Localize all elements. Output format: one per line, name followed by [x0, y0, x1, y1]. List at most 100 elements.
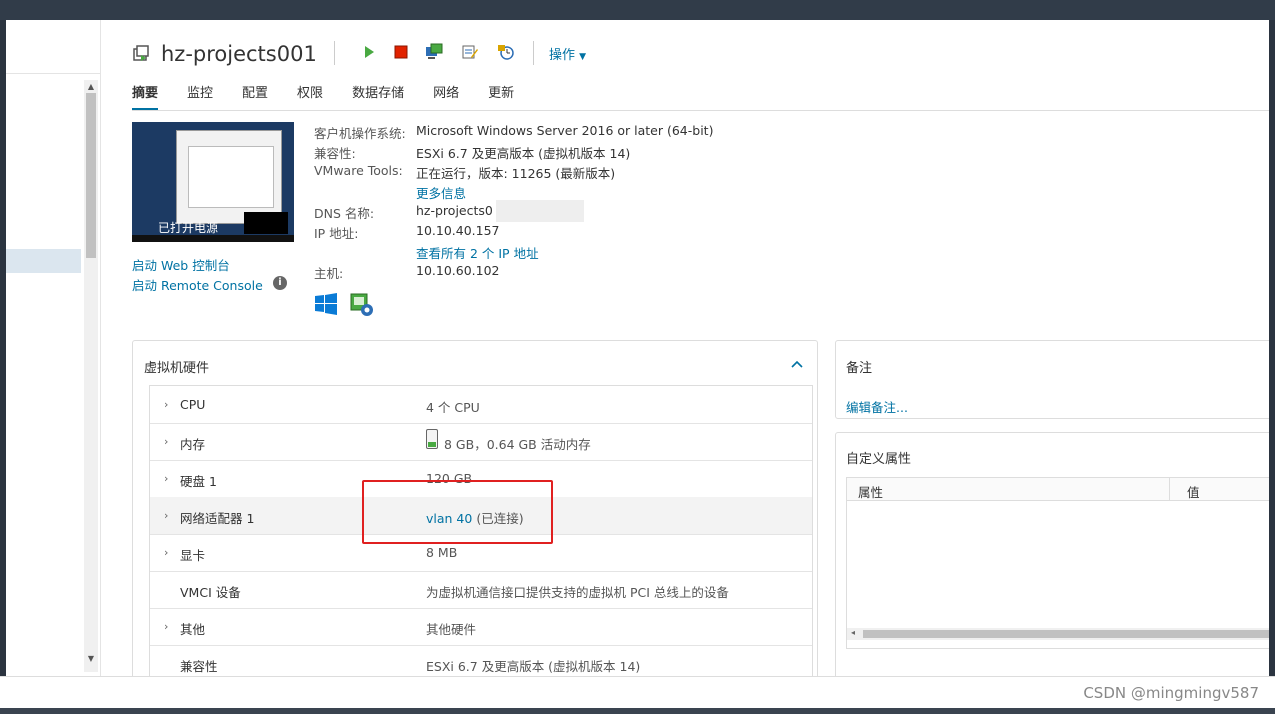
tab-updates[interactable]: 更新 [488, 82, 514, 110]
hw-value: 8 MB [426, 545, 458, 560]
scroll-down-icon[interactable]: ▼ [85, 654, 97, 664]
scroll-left-icon[interactable]: ◂ [851, 628, 855, 637]
chevron-right-icon[interactable]: › [164, 398, 168, 411]
tab-underline [132, 110, 1269, 111]
tab-configure[interactable]: 配置 [242, 82, 268, 110]
hw-row-vmci: VMCI 设备 为虚拟机通信接口提供支持的虚拟机 PCI 总线上的设备 [150, 571, 812, 609]
windows-logo-icon [315, 293, 337, 315]
guest-os-value: Microsoft Windows Server 2016 or later (… [416, 123, 714, 138]
custom-attributes-table: 属性 值 ◂ [846, 477, 1269, 649]
column-value[interactable]: 值 [1187, 482, 1200, 501]
notes-title: 备注 [846, 361, 873, 376]
bottom-strip [0, 708, 1275, 714]
tools-value: 正在运行，版本: 11265 (最新版本) [416, 166, 616, 181]
scroll-up-icon[interactable]: ▲ [85, 82, 97, 92]
tab-datastores[interactable]: 数据存储 [352, 82, 404, 110]
hw-key: VMCI 设备 [180, 585, 241, 600]
watermark: CSDN @mingmingv587 [1083, 684, 1259, 702]
inventory-selected-item[interactable] [6, 249, 81, 273]
power-off-button[interactable] [391, 42, 411, 62]
tab-monitor[interactable]: 监控 [187, 82, 213, 110]
play-icon [365, 46, 374, 58]
tab-networks[interactable]: 网络 [433, 82, 459, 110]
console-icon [426, 43, 443, 59]
column-attribute[interactable]: 属性 [858, 482, 883, 501]
custom-attributes-card: 自定义属性 属性 值 ◂ [835, 432, 1269, 676]
hw-key: 兼容性 [180, 659, 218, 674]
inventory-scroll-thumb[interactable] [86, 93, 96, 258]
vsphere-frame: ▲ ▼ hz-projects001 操作 ▼ 摘要 监控 配置 权限 数据存储… [6, 20, 1269, 676]
chevron-down-icon: ▼ [579, 52, 587, 62]
tab-permissions[interactable]: 权限 [297, 82, 323, 110]
browser-top-bar [0, 0, 1275, 20]
console-thumbnail[interactable]: 已打开电源 [132, 122, 294, 242]
vm-icon [133, 45, 149, 61]
column-divider[interactable] [1169, 478, 1170, 500]
chevron-right-icon[interactable]: › [164, 546, 168, 559]
tab-summary[interactable]: 摘要 [132, 82, 159, 110]
hw-value: 其他硬件 [426, 622, 477, 637]
hw-key: 其他 [180, 622, 206, 637]
notes-card: 备注 编辑备注... [835, 340, 1269, 419]
power-on-button[interactable] [359, 42, 379, 62]
launch-web-console-link[interactable]: 启动 Web 控制台 [132, 255, 230, 274]
chevron-right-icon[interactable]: › [164, 620, 168, 633]
console-window-inner [188, 146, 274, 208]
host-value: 10.10.60.102 [416, 263, 500, 278]
horizontal-scroll-thumb[interactable] [863, 630, 1269, 638]
launch-remote-console-link[interactable]: 启动 Remote Console [132, 275, 263, 294]
horizontal-scrollbar[interactable]: ◂ [847, 628, 1269, 640]
hw-value: ESXi 6.7 及更高版本 (虚拟机版本 14) [426, 659, 641, 674]
hw-key: 硬盘 1 [180, 474, 217, 489]
snapshot-icon [498, 45, 514, 60]
memory-usage-icon [426, 429, 438, 449]
chevron-right-icon[interactable]: › [164, 509, 168, 522]
page-title: hz-projects001 [161, 42, 317, 66]
compat-value: ESXi 6.7 及更高版本 (虚拟机版本 14) [416, 146, 631, 161]
edit-settings-button[interactable] [460, 42, 480, 62]
ip-label: IP 地址: [314, 226, 359, 241]
hw-row-other[interactable]: › 其他 其他硬件 [150, 608, 812, 646]
table-header: 属性 值 [847, 478, 1269, 501]
snapshot-button[interactable] [496, 42, 516, 62]
hw-key: CPU [180, 397, 206, 412]
launch-console-button[interactable] [424, 42, 444, 62]
edit-settings-icon [462, 45, 478, 59]
compat-label: 兼容性: [314, 146, 356, 161]
collapse-chevron-icon[interactable] [790, 359, 804, 369]
redacted-block [496, 200, 584, 222]
vm-summary-main: hz-projects001 操作 ▼ 摘要 监控 配置 权限 数据存储 网络 … [101, 20, 1269, 676]
more-info-link[interactable]: 更多信息 [416, 183, 466, 202]
dns-value: hz-projects0 [416, 203, 493, 218]
actions-menu[interactable]: 操作 ▼ [549, 44, 586, 63]
toolbar-divider [334, 41, 335, 65]
ip-value: 10.10.40.157 [416, 223, 500, 238]
hw-row-compat: 兼容性 ESXi 6.7 及更高版本 (虚拟机版本 14) [150, 645, 812, 676]
stop-icon [394, 45, 408, 59]
console-taskbar [132, 235, 294, 242]
info-icon[interactable]: i [273, 276, 287, 290]
hw-value: 为虚拟机通信接口提供支持的虚拟机 PCI 总线上的设备 [426, 585, 729, 600]
inventory-divider [6, 73, 100, 74]
hw-key: 内存 [180, 437, 206, 452]
console-cmd-window [244, 212, 288, 234]
footer-bar: CSDN @mingmingv587 [0, 676, 1275, 709]
chevron-right-icon[interactable]: › [164, 472, 168, 485]
hw-row-memory[interactable]: › 内存 8 GB，0.64 GB 活动内存 [150, 423, 812, 461]
hw-key: 网络适配器 1 [180, 511, 255, 526]
edit-notes-link[interactable]: 编辑备注... [846, 397, 908, 416]
tools-label: VMware Tools: [314, 163, 403, 178]
guest-os-label: 客户机操作系统: [314, 126, 406, 141]
hw-value: 4 个 CPU [426, 400, 480, 415]
tab-bar: 摘要 监控 配置 权限 数据存储 网络 更新 [132, 82, 543, 110]
toolbar-divider-2 [533, 41, 534, 65]
actions-label: 操作 [549, 48, 576, 63]
all-ips-link[interactable]: 查看所有 2 个 IP 地址 [416, 243, 539, 262]
annotation-highlight-box [362, 480, 553, 544]
hw-key: 显卡 [180, 548, 206, 563]
vmware-tools-icon [350, 293, 373, 316]
hw-row-cpu[interactable]: › CPU 4 个 CPU [150, 386, 812, 424]
chevron-right-icon[interactable]: › [164, 435, 168, 448]
vm-hardware-title: 虚拟机硬件 [144, 361, 210, 376]
custom-attributes-title: 自定义属性 [846, 452, 912, 467]
